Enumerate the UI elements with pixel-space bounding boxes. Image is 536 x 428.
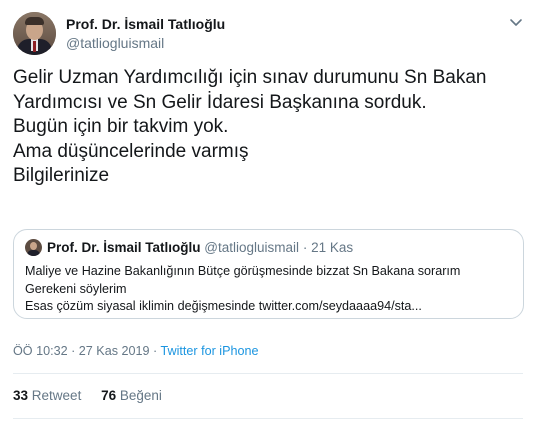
quoted-author-name: Prof. Dr. İsmail Tatlıoğlu bbox=[47, 240, 201, 255]
divider bbox=[13, 418, 523, 419]
like-count: 76 bbox=[101, 388, 117, 403]
avatar[interactable] bbox=[13, 12, 56, 55]
quoted-avatar bbox=[25, 239, 42, 256]
quoted-header: Prof. Dr. İsmail Tatlıoğlu @tatliogluism… bbox=[47, 240, 353, 255]
quoted-text-line: Gerekeni söylerim bbox=[25, 281, 127, 296]
quoted-separator: · bbox=[302, 240, 308, 255]
quoted-date: 21 Kas bbox=[311, 240, 354, 255]
tweet-timestamp[interactable]: ÖÖ 10:32 · 27 Kas 2019 bbox=[13, 344, 150, 358]
like-label: Beğeni bbox=[119, 388, 162, 403]
divider bbox=[13, 373, 523, 374]
tweet-stats: 33 Retweet 76 Beğeni bbox=[13, 388, 162, 403]
chevron-down-icon[interactable] bbox=[508, 14, 524, 30]
quoted-author-handle: @tatliogluismail bbox=[204, 240, 300, 255]
retweets-stat[interactable]: 33 Retweet bbox=[13, 388, 85, 403]
tweet-source-link[interactable]: Twitter for iPhone bbox=[161, 344, 259, 358]
quoted-text-line: Esas çözüm siyasal iklimin değişmesinde … bbox=[25, 299, 422, 313]
retweet-count: 33 bbox=[13, 388, 29, 403]
retweet-label: Retweet bbox=[31, 388, 82, 403]
tweet-text-line: Bilgilerinize bbox=[13, 165, 110, 186]
author-name[interactable]: Prof. Dr. İsmail Tatlıoğlu bbox=[66, 16, 225, 32]
tweet-meta: ÖÖ 10:32 · 27 Kas 2019 · Twitter for iPh… bbox=[13, 344, 259, 358]
meta-separator: · bbox=[153, 344, 158, 358]
quoted-text-line: Maliye ve Hazine Bakanlığının Bütçe görü… bbox=[25, 264, 461, 278]
tweet-text-line: Yardımcısı ve Sn Gelir İdaresi Başkanına… bbox=[13, 91, 427, 113]
tweet-text: Gelir Uzman Yardımcılığı için sınav duru… bbox=[13, 66, 528, 189]
tweet: Prof. Dr. İsmail Tatlıoğlu @tatliogluism… bbox=[0, 0, 536, 428]
author-handle[interactable]: @tatliogluismail bbox=[66, 35, 164, 51]
quoted-text: Maliye ve Hazine Bakanlığının Bütçe görü… bbox=[25, 263, 515, 316]
likes-stat[interactable]: 76 Beğeni bbox=[101, 388, 162, 403]
tweet-text-line: Gelir Uzman Yardımcılığı için sınav duru… bbox=[13, 67, 487, 88]
tweet-text-line: Bugün için bir takvim yok. bbox=[13, 116, 229, 137]
quoted-tweet[interactable]: Prof. Dr. İsmail Tatlıoğlu @tatliogluism… bbox=[13, 229, 524, 319]
tweet-text-line: Ama düşüncelerinde varmış bbox=[13, 140, 249, 162]
